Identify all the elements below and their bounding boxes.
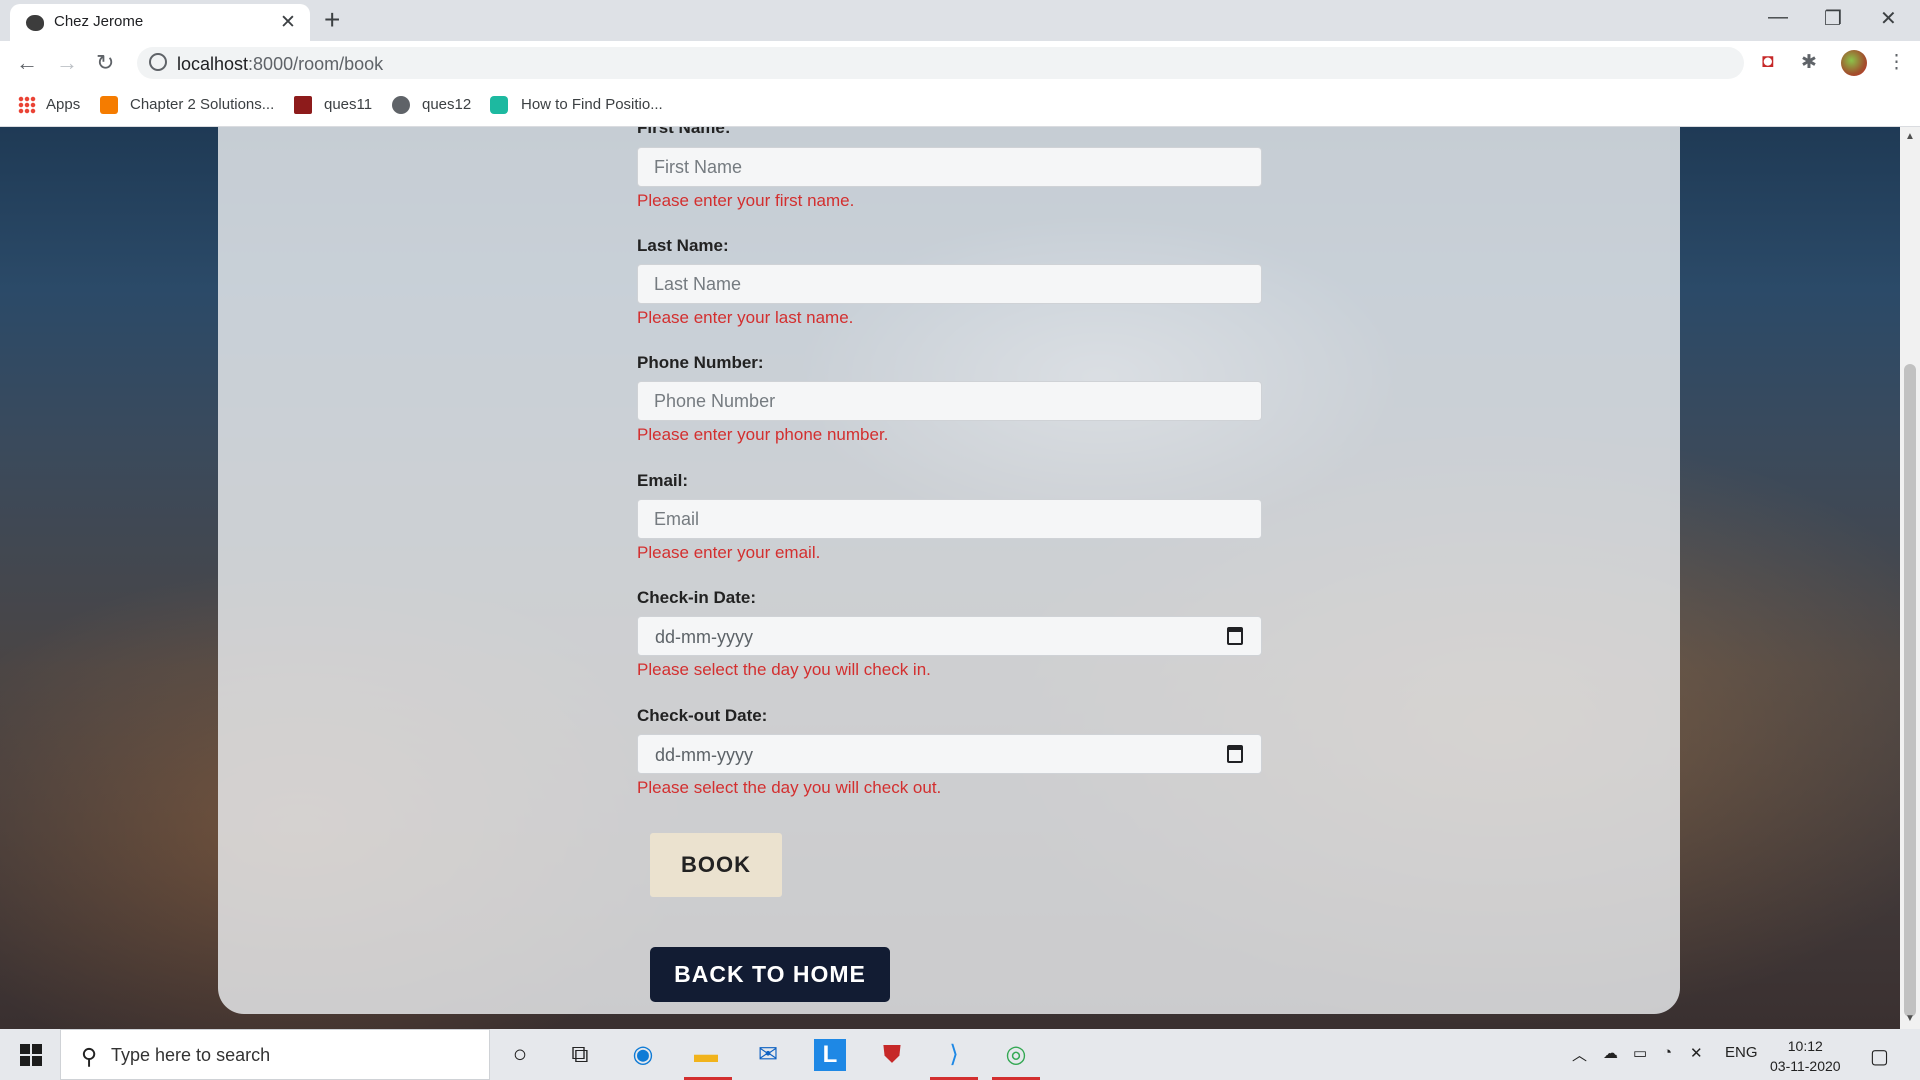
reload-icon[interactable]: ↻ bbox=[96, 50, 114, 76]
wifi-icon[interactable]: ◔ bbox=[1663, 1044, 1672, 1061]
cortana-icon[interactable]: ○ bbox=[504, 1039, 536, 1071]
book-button[interactable]: BOOK bbox=[650, 833, 782, 897]
bookmark-ques12[interactable]: ques12 bbox=[422, 96, 471, 113]
checkout-date-value: dd-mm-yyyy bbox=[655, 745, 753, 765]
tab-title: Chez Jerome bbox=[54, 13, 144, 30]
onedrive-icon[interactable]: ☁ bbox=[1603, 1044, 1618, 1062]
phone-input[interactable] bbox=[637, 381, 1262, 421]
tab-active[interactable]: Chez Jerome ✕ bbox=[10, 4, 310, 41]
back-arrow-icon[interactable]: ← bbox=[16, 50, 38, 76]
clock-date: 03-11-2020 bbox=[1770, 1058, 1841, 1074]
battery-icon[interactable]: ▭ bbox=[1633, 1044, 1647, 1062]
task-view-icon[interactable]: ⧉ bbox=[564, 1039, 596, 1071]
clock-time: 10:12 bbox=[1787, 1038, 1823, 1054]
bookmark-ques11[interactable]: ques11 bbox=[324, 96, 372, 113]
tab-strip: Chez Jerome ✕ + — ❐ ✕ bbox=[0, 0, 1920, 41]
chrome-icon[interactable]: ◎ bbox=[1000, 1039, 1032, 1071]
checkin-error: Please select the day you will check in. bbox=[637, 660, 931, 679]
scroll-up-icon[interactable]: ▲ bbox=[1905, 131, 1915, 142]
checkin-date-value: dd-mm-yyyy bbox=[655, 627, 753, 647]
calendar-icon[interactable] bbox=[1227, 627, 1243, 645]
mail-icon[interactable]: ✉ bbox=[752, 1039, 784, 1071]
new-tab-icon[interactable]: + bbox=[324, 4, 340, 36]
last-name-input[interactable] bbox=[637, 264, 1262, 304]
profile-avatar[interactable] bbox=[1841, 50, 1867, 76]
bookmark-chapter2[interactable]: Chapter 2 Solutions... bbox=[130, 96, 274, 113]
scroll-down-icon[interactable]: ▼ bbox=[1905, 1013, 1915, 1024]
minimize-icon[interactable]: — bbox=[1768, 6, 1788, 29]
restore-icon[interactable]: ❐ bbox=[1824, 6, 1842, 31]
tray-chevron-icon[interactable]: ︿ bbox=[1572, 1044, 1587, 1065]
back-to-home-button[interactable]: BACK TO HOME bbox=[650, 947, 890, 1002]
taskbar-search-placeholder: Type here to search bbox=[111, 1045, 271, 1065]
phone-label: Phone Number: bbox=[637, 353, 764, 372]
url-text: localhost:8000/room/book bbox=[177, 54, 384, 74]
email-error: Please enter your email. bbox=[637, 543, 821, 562]
page-viewport: First Name: Please enter your first name… bbox=[0, 127, 1900, 1029]
tab-close-icon[interactable]: ✕ bbox=[280, 11, 296, 34]
forward-arrow-icon[interactable]: → bbox=[56, 50, 78, 76]
calendar-icon[interactable] bbox=[1227, 745, 1243, 763]
search-icon: ⚲ bbox=[81, 1044, 98, 1069]
email-input[interactable] bbox=[637, 499, 1262, 539]
volume-muted-icon[interactable]: ✕ bbox=[1690, 1044, 1703, 1062]
checkin-label: Check-in Date: bbox=[637, 588, 757, 607]
tab-favicon-icon bbox=[26, 15, 44, 31]
booking-card bbox=[218, 127, 1680, 1014]
file-explorer-icon[interactable]: ▬ bbox=[690, 1039, 722, 1071]
first-name-input[interactable] bbox=[637, 147, 1262, 187]
bookmark-apps[interactable]: Apps bbox=[46, 96, 80, 113]
university-icon bbox=[294, 96, 312, 114]
site-info-icon[interactable] bbox=[149, 53, 167, 71]
chegg-icon bbox=[100, 96, 118, 114]
taskbar-search-box[interactable]: ⚲ Type here to search bbox=[60, 1029, 490, 1080]
page-scrollbar[interactable]: ▲ ▼ bbox=[1900, 127, 1920, 1029]
language-indicator[interactable]: ENG bbox=[1725, 1044, 1758, 1061]
last-name-error: Please enter your last name. bbox=[637, 308, 854, 327]
globe-icon bbox=[392, 96, 410, 114]
windows-taskbar: ⚲ Type here to search ○ ⧉ ◉ ▬ ✉ L ⛊ ⟩ ◎ … bbox=[0, 1029, 1920, 1080]
window-close-icon[interactable]: ✕ bbox=[1880, 6, 1897, 31]
browser-toolbar: ← → ↻ localhost:8000/room/book ◘ ✱ ⋮ bbox=[0, 41, 1920, 84]
checkout-error: Please select the day you will check out… bbox=[637, 778, 942, 797]
notifications-icon[interactable]: ▢ bbox=[1870, 1044, 1889, 1069]
browser-menu-icon[interactable]: ⋮ bbox=[1887, 51, 1906, 74]
taskbar-clock[interactable]: 10:12 03-11-2020 bbox=[1770, 1036, 1841, 1076]
first-name-label: First Name: bbox=[637, 127, 731, 137]
email-label: Email: bbox=[637, 471, 689, 490]
edge-icon[interactable]: ◉ bbox=[627, 1039, 659, 1071]
apps-grid-icon bbox=[18, 96, 36, 114]
bookmark-how-to-find[interactable]: How to Find Positio... bbox=[521, 96, 663, 113]
scroll-thumb[interactable] bbox=[1904, 364, 1916, 1017]
last-name-label: Last Name: bbox=[637, 236, 729, 255]
l-app-icon[interactable]: L bbox=[814, 1039, 846, 1071]
hexagon-icon bbox=[490, 96, 508, 114]
vscode-icon[interactable]: ⟩ bbox=[938, 1039, 970, 1071]
extensions-puzzle-icon[interactable]: ✱ bbox=[1801, 51, 1817, 74]
first-name-error: Please enter your first name. bbox=[637, 191, 855, 210]
address-bar[interactable]: localhost:8000/room/book bbox=[137, 47, 1744, 79]
bookmarks-bar: Apps Chapter 2 Solutions... ques11 ques1… bbox=[0, 84, 1920, 127]
windows-start-icon[interactable] bbox=[20, 1044, 42, 1066]
checkout-date-input[interactable]: dd-mm-yyyy bbox=[637, 734, 1262, 774]
checkin-date-input[interactable]: dd-mm-yyyy bbox=[637, 616, 1262, 656]
mcafee-icon[interactable]: ⛊ bbox=[876, 1039, 908, 1071]
checkout-label: Check-out Date: bbox=[637, 706, 768, 725]
pocket-extension-icon[interactable]: ◘ bbox=[1762, 51, 1773, 73]
phone-error: Please enter your phone number. bbox=[637, 425, 889, 444]
